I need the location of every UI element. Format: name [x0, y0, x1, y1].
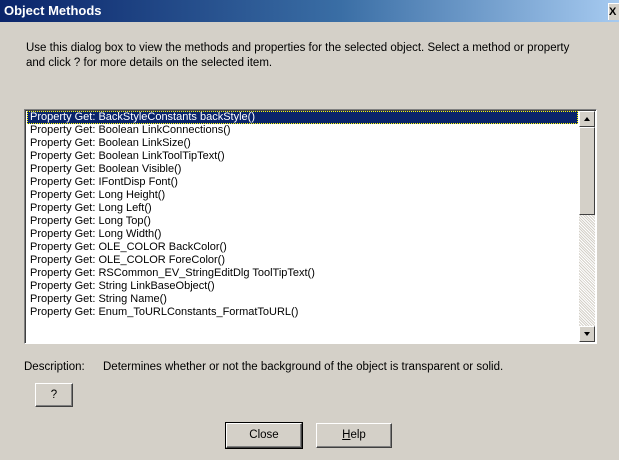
list-item[interactable]: Property Get: Enum_ToURLConstants_Format…	[27, 306, 578, 319]
description-text: Determines whether or not the background…	[103, 361, 504, 373]
scroll-down-button[interactable]	[579, 326, 595, 342]
window-title: Object Methods	[4, 3, 102, 18]
list-item[interactable]: Property Get: Boolean LinkToolTipText()	[27, 150, 578, 163]
list-item[interactable]: Property Get: Boolean Visible()	[27, 163, 578, 176]
description-label: Description:	[24, 361, 85, 373]
scroll-up-button[interactable]	[579, 111, 595, 127]
arrow-down-icon	[584, 332, 590, 336]
close-button[interactable]: Close	[225, 422, 303, 449]
help-label-rest: elp	[350, 429, 366, 441]
list-item[interactable]: Property Get: Long Top()	[27, 215, 578, 228]
methods-list-items: Property Get: BackStyleConstants backSty…	[27, 111, 578, 343]
intro-text: Use this dialog box to view the methods …	[26, 42, 570, 69]
list-item[interactable]: Property Get: String Name()	[27, 293, 578, 306]
list-item[interactable]: Property Get: BackStyleConstants backSty…	[27, 111, 578, 124]
list-item[interactable]: Property Get: Long Left()	[27, 202, 578, 215]
vertical-scrollbar[interactable]	[579, 111, 595, 342]
list-item[interactable]: Property Get: Boolean LinkSize()	[27, 137, 578, 150]
arrow-up-icon	[584, 117, 590, 121]
list-item[interactable]: Property Get: OLE_COLOR BackColor()	[27, 241, 578, 254]
list-item[interactable]: Property Get: String LinkBaseObject()	[27, 280, 578, 293]
title-bar: Object Methods X	[0, 0, 619, 22]
close-icon: X	[609, 6, 617, 18]
list-item[interactable]: Property Get: Long Width()	[27, 228, 578, 241]
close-window-button[interactable]: X	[608, 3, 619, 20]
list-item[interactable]: Property Get: Boolean LinkConnections()	[27, 124, 578, 137]
list-item[interactable]: Property Get: IFontDisp Font()	[27, 176, 578, 189]
scroll-thumb[interactable]	[579, 127, 595, 215]
details-button[interactable]: ?	[35, 383, 73, 407]
list-item[interactable]: Property Get: RSCommon_EV_StringEditDlg …	[27, 267, 578, 280]
list-item[interactable]: Property Get: Long Height()	[27, 189, 578, 202]
help-button[interactable]: Help	[316, 423, 392, 448]
list-item[interactable]: Property Get: OLE_COLOR ForeColor()	[27, 254, 578, 267]
methods-listbox[interactable]: Property Get: BackStyleConstants backSty…	[24, 109, 597, 344]
